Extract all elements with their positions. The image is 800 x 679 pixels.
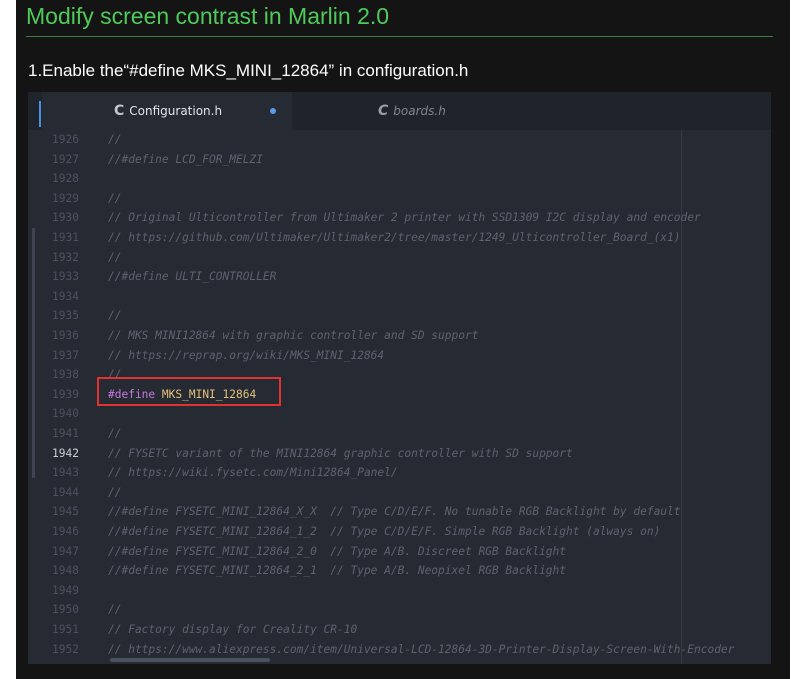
code-text: //#define ULTI_CONTROLLER xyxy=(108,270,277,284)
active-tab-indicator xyxy=(39,101,41,127)
line-number: 1934 xyxy=(52,289,79,303)
line-number: 1945 xyxy=(52,505,79,519)
code-line: 1949 xyxy=(28,581,771,601)
code-line: 1926 // xyxy=(28,130,771,150)
line-number: 1941 xyxy=(52,427,79,440)
code-line: 1948 //#define FYSETC_MINI_12864_2_1 // T… xyxy=(28,561,771,581)
code-text: // https://reprap.org/wiki/MKS_MINI_1286… xyxy=(108,348,385,362)
code-line: 1943 // https://wiki.fysetc.com/Mini12864… xyxy=(28,463,771,483)
line-number: 1926 xyxy=(52,133,79,146)
line-number: 1938 xyxy=(52,368,79,382)
code-line: 1928 xyxy=(28,169,771,189)
code-text: //#define LCD_FOR_MELZI xyxy=(108,152,263,166)
title-divider xyxy=(26,36,773,37)
page-title: Modify screen contrast in Marlin 2.0 xyxy=(26,3,390,29)
tab-label: boards.h xyxy=(393,104,446,118)
code-line: 1927 //#define LCD_FOR_MELZI xyxy=(28,150,771,170)
c-file-icon: C xyxy=(114,103,125,119)
code-line: 1930 // Original Ulticontroller from Ulti… xyxy=(28,208,771,228)
line-number: 1935 xyxy=(52,309,79,323)
code-text: // FYSETC variant of the MINI12864 graph… xyxy=(108,446,573,460)
line-number: 1944 xyxy=(52,485,79,499)
code-text: // https://wiki.fysetc.com/Mini12864_Pan… xyxy=(108,466,398,480)
code-line: 1952 // https://www.aliexpress.com/item/U… xyxy=(28,640,771,660)
line-number: 1952 xyxy=(52,642,79,656)
code-line: 1951 // Factory display for Creality CR-1… xyxy=(28,620,771,640)
c-file-icon: C xyxy=(378,103,389,119)
code-line: 1931 // https://github.com/Ultimaker/Ulti… xyxy=(28,228,771,248)
code-line: 1945 //#define FYSETC_MINI_12864_X_X // T… xyxy=(28,502,771,522)
code-line: 1932 // xyxy=(28,248,771,268)
code-line: 1937 // https://reprap.org/wiki/MKS_MINI_… xyxy=(28,346,771,366)
tab-boards-h[interactable]: C boards.h xyxy=(292,92,512,130)
line-number: 1930 xyxy=(52,211,79,225)
code-text: // https://github.com/Ultimaker/Ultimake… xyxy=(108,231,681,244)
line-number: 1937 xyxy=(52,348,79,362)
line-number: 1929 xyxy=(52,191,79,205)
line-number: 1950 xyxy=(52,603,79,617)
code-line: 1942 // FYSETC variant of the MINI12864 g… xyxy=(28,444,771,464)
line-number: 1948 xyxy=(52,564,79,578)
code-line: 1933 //#define ULTI_CONTROLLER xyxy=(28,267,771,287)
code-line: 1940 xyxy=(28,404,771,424)
code-line: 1944 // xyxy=(28,483,771,503)
code-text: // xyxy=(108,133,122,146)
line-number: 1947 xyxy=(52,544,79,558)
code-editor-screenshot: C Configuration.h C boards.h 1926 // 1927 /… xyxy=(28,92,771,664)
code-line: 1946 //#define FYSETC_MINI_12864_1_2 // T… xyxy=(28,522,771,542)
code-line: 1950 // xyxy=(28,600,771,620)
code-text: // xyxy=(108,309,122,323)
article-panel: Modify screen contrast in Marlin 2.0 1.E… xyxy=(16,0,790,679)
horizontal-scrollbar[interactable] xyxy=(110,658,270,662)
line-number: 1951 xyxy=(52,623,79,636)
line-number: 1946 xyxy=(52,525,79,538)
code-text: //#define FYSETC_MINI_12864_2_0 // Type … xyxy=(108,544,567,558)
line-number: 1928 xyxy=(52,172,79,186)
code-text: // MKS MINI12864 with graphic controller… xyxy=(108,329,479,342)
code-text: // xyxy=(108,191,122,205)
line-number: 1927 xyxy=(52,152,79,166)
line-number: 1932 xyxy=(52,250,79,264)
step-instruction: 1.Enable the“#define MKS_MINI_12864” in … xyxy=(28,61,469,80)
tab-configuration-h[interactable]: C Configuration.h xyxy=(42,92,292,130)
code-line: 1947 //#define FYSETC_MINI_12864_2_0 // T… xyxy=(28,542,771,562)
line-number: 1939 xyxy=(52,387,79,401)
code-text: // https://www.aliexpress.com/item/Unive… xyxy=(108,642,735,656)
code-text: // xyxy=(108,603,122,617)
line-number: 1943 xyxy=(52,466,79,480)
code-text: // xyxy=(108,485,122,499)
code-text: //#define FYSETC_MINI_12864_2_1 // Type … xyxy=(108,564,567,578)
line-number: 1936 xyxy=(52,329,79,342)
define-highlight-box xyxy=(97,377,281,406)
code-text: //#define FYSETC_MINI_12864_1_2 // Type … xyxy=(108,525,661,538)
code-line: 1941 // xyxy=(28,424,771,444)
code-line: 1929 // xyxy=(28,189,771,209)
line-number: 1942 xyxy=(52,446,79,460)
tab-label: Configuration.h xyxy=(129,104,223,118)
code-text: // Original Ulticontroller from Ultimake… xyxy=(108,211,701,225)
code-line: 1936 // MKS MINI12864 with graphic contro… xyxy=(28,326,771,346)
line-number: 1933 xyxy=(52,270,79,284)
line-number: 1931 xyxy=(52,231,79,244)
code-text: // Factory display for Creality CR-10 xyxy=(108,623,358,636)
code-text: // xyxy=(108,427,122,440)
code-line: 1934 xyxy=(28,287,771,307)
line-number: 1949 xyxy=(52,583,79,597)
code-line: 1935 // xyxy=(28,306,771,326)
unsaved-dot-icon xyxy=(270,108,276,114)
code-text: //#define FYSETC_MINI_12864_X_X // Type … xyxy=(108,505,681,519)
line-number: 1940 xyxy=(52,407,79,421)
editor-tab-bar: C Configuration.h C boards.h xyxy=(28,92,771,130)
code-text: // xyxy=(108,250,122,264)
